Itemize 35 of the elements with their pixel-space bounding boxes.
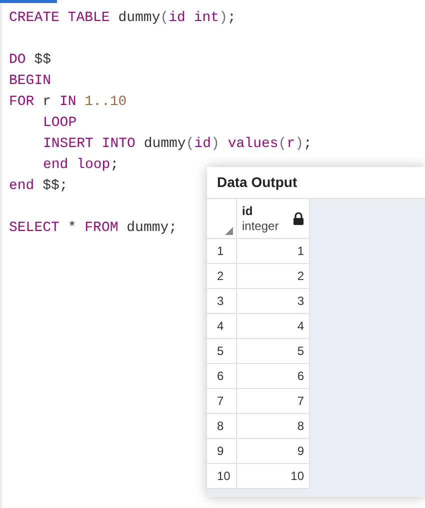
code-line: INSERT INTO dummy(id) values(r);	[43, 136, 312, 152]
row-number: 3	[207, 289, 237, 314]
row-number: 10	[207, 464, 237, 489]
active-tab-indicator	[0, 0, 57, 3]
table-cell: 5	[237, 339, 310, 364]
code-line: end loop;	[43, 157, 119, 173]
column-header[interactable]: id integer	[237, 199, 310, 239]
row-number: 2	[207, 264, 237, 289]
code-line: FOR r IN 1..10	[9, 94, 127, 110]
row-number: 9	[207, 439, 237, 464]
column-type: integer	[242, 218, 279, 234]
table-cell: 8	[237, 414, 310, 439]
corner-triangle-icon	[225, 227, 233, 235]
table-cell: 10	[237, 464, 310, 489]
code-line: DO $$	[9, 52, 52, 68]
table-cell: 9	[237, 439, 310, 464]
row-number: 4	[207, 314, 237, 339]
table-cell: 3	[237, 289, 310, 314]
row-number: 1	[207, 239, 237, 264]
row-number: 8	[207, 414, 237, 439]
panel-title: Data Output	[217, 173, 298, 192]
code-line: CREATE TABLE dummy(id int);	[9, 10, 236, 26]
code-line: SELECT * FROM dummy;	[9, 220, 178, 236]
code-line: BEGIN	[9, 73, 52, 89]
row-number: 6	[207, 364, 237, 389]
table-cell: 1	[237, 239, 310, 264]
table-cell: 7	[237, 389, 310, 414]
table-cell: 4	[237, 314, 310, 339]
code-line: LOOP	[43, 115, 77, 131]
code-line: end $$;	[9, 178, 68, 194]
table-cell: 2	[237, 264, 310, 289]
table-cell: 6	[237, 364, 310, 389]
column-name: id	[242, 204, 254, 218]
row-number: 5	[207, 339, 237, 364]
row-number: 7	[207, 389, 237, 414]
